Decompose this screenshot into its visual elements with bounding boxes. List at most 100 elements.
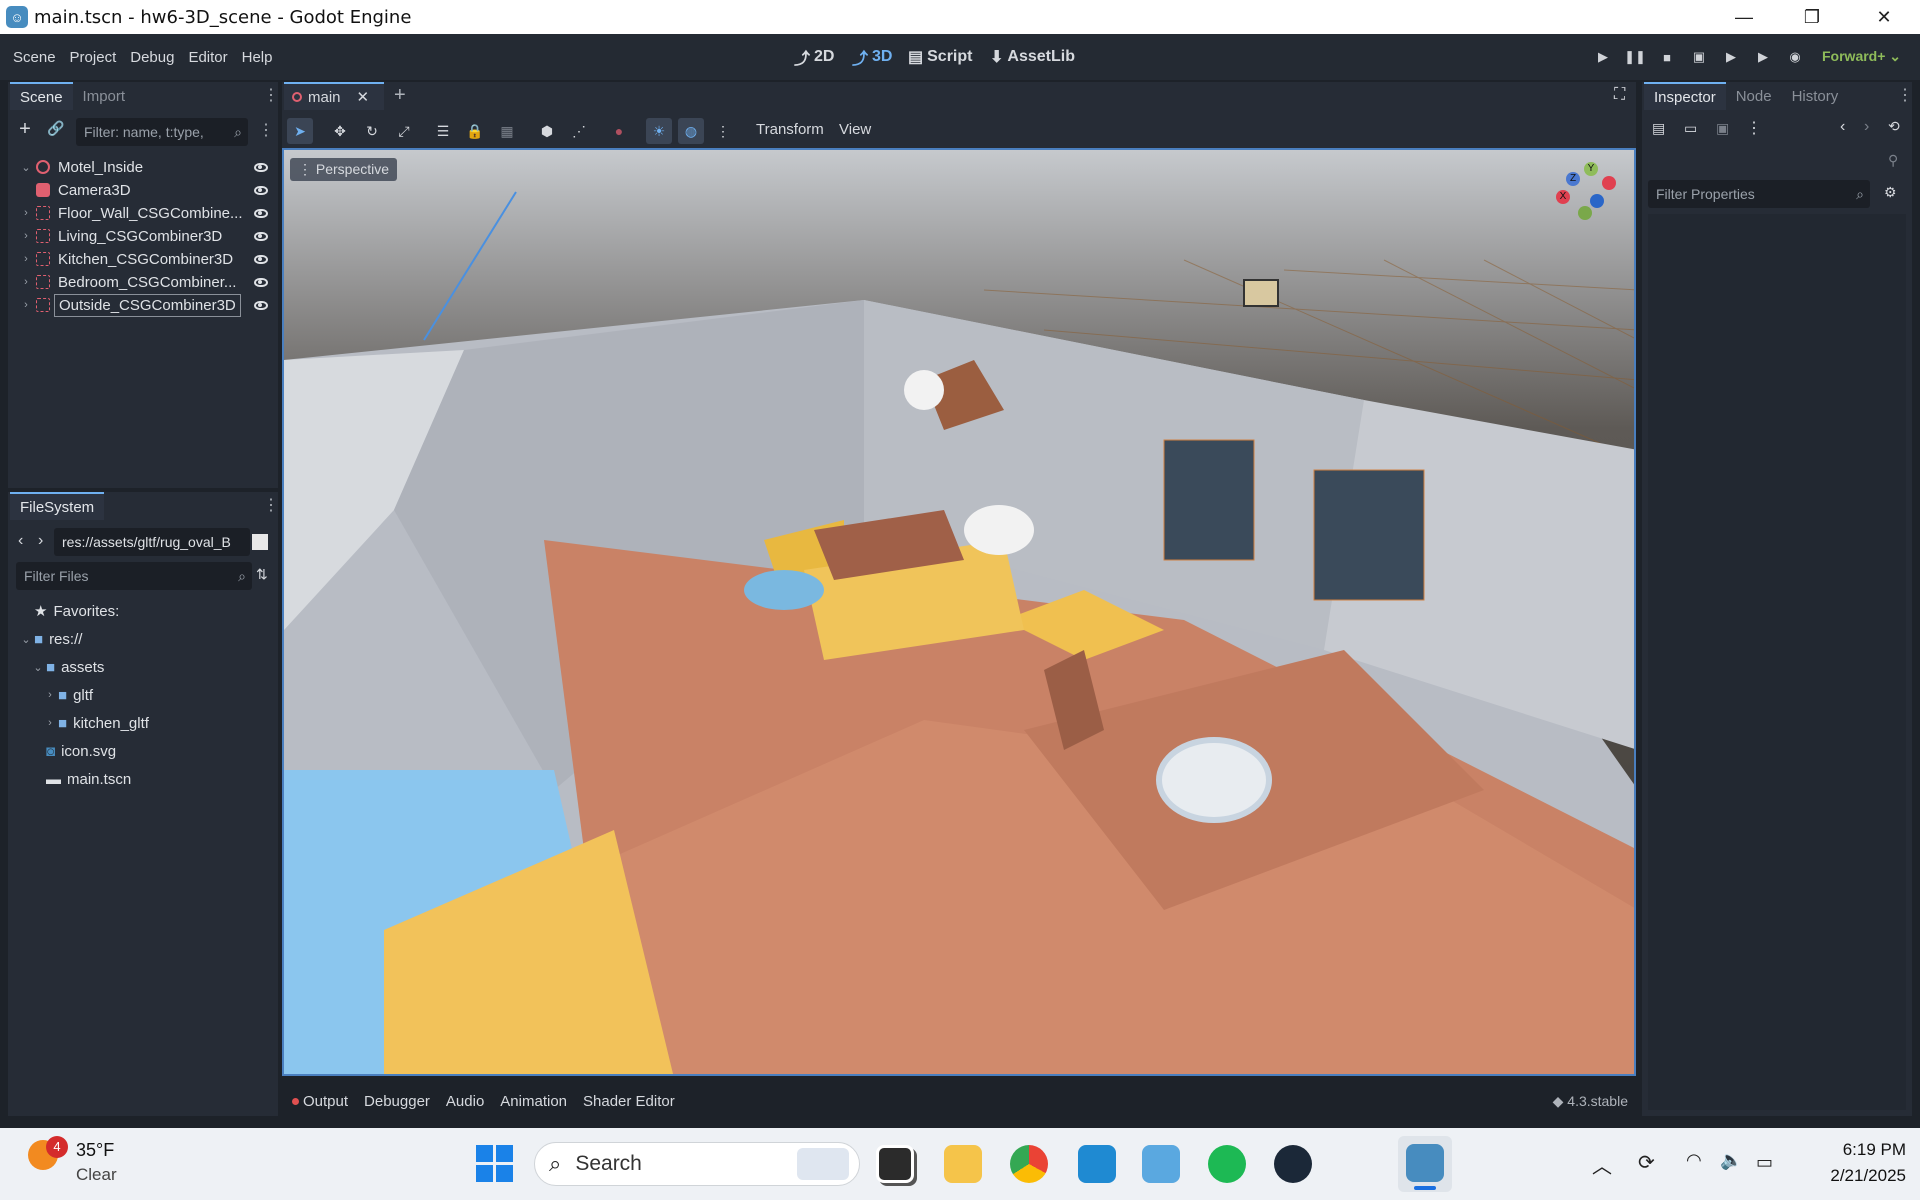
wifi-icon[interactable]: ◠ xyxy=(1686,1150,1702,1171)
filesystem-path-input[interactable]: res://assets/gltf/rug_oval_B xyxy=(54,528,250,556)
fs-favorites[interactable]: ★ Favorites: xyxy=(20,598,119,624)
tab-import[interactable]: Import xyxy=(73,82,136,110)
menu-project[interactable]: Project xyxy=(63,49,124,66)
visibility-icon[interactable] xyxy=(254,186,268,195)
add-node-icon[interactable]: + xyxy=(14,118,36,140)
rotate-tool-icon[interactable]: ↻ xyxy=(359,118,385,144)
remote-debug-icon[interactable]: ▣ xyxy=(1688,46,1710,68)
fullscreen-icon[interactable]: ⛶ xyxy=(1614,86,1625,104)
add-scene-tab-icon[interactable]: + xyxy=(394,84,406,107)
save-resource-icon[interactable]: ▣ xyxy=(1716,120,1729,137)
task-view-icon[interactable] xyxy=(876,1145,914,1183)
scene-tab-main[interactable]: main ✕ xyxy=(284,82,384,110)
tab-history[interactable]: History xyxy=(1782,82,1849,110)
list-select-icon[interactable]: ☰ xyxy=(430,118,456,144)
fs-kitchen-gltf[interactable]: › ■ kitchen_gltf xyxy=(44,710,149,736)
tab-filesystem[interactable]: FileSystem xyxy=(10,492,105,520)
history-back-icon[interactable]: ‹ xyxy=(1840,118,1845,136)
vscode-icon[interactable] xyxy=(1078,1145,1116,1183)
menu-scene[interactable]: Scene xyxy=(6,49,63,66)
stop-icon[interactable]: ■ xyxy=(1656,46,1678,68)
dock-menu-icon[interactable]: ⋮ xyxy=(1897,87,1913,105)
snap-object-icon[interactable]: ⬢ xyxy=(534,118,560,144)
tab-animation[interactable]: Animation xyxy=(500,1093,567,1110)
history-forward-icon[interactable]: › xyxy=(1864,118,1869,136)
3d-viewport[interactable]: ⋮ Perspective Y X Z xyxy=(282,148,1636,1076)
resource-options-icon[interactable]: ⋮ xyxy=(1746,118,1762,138)
fs-icon-svg[interactable]: ◙ icon.svg xyxy=(44,738,116,764)
select-tool-icon[interactable]: ➤ xyxy=(287,118,313,144)
tab-audio[interactable]: Audio xyxy=(446,1093,484,1110)
visibility-icon[interactable] xyxy=(254,209,268,218)
group-icon[interactable]: ▦ xyxy=(494,118,520,144)
renderer-select[interactable]: Forward+ ⌄ xyxy=(1822,48,1901,65)
workspace-2d[interactable]: ⤴ 2D xyxy=(794,45,834,69)
filter-properties-input[interactable]: Filter Properties ⌕ xyxy=(1648,180,1870,208)
app-icon[interactable] xyxy=(1142,1145,1180,1183)
show-hidden-icons[interactable]: ︿ xyxy=(1592,1150,1612,1179)
fs-res-root[interactable]: ⌄ ■ res:// xyxy=(20,626,82,652)
file-explorer-icon[interactable] xyxy=(944,1145,982,1183)
clock-time[interactable]: 6:19 PM xyxy=(1806,1140,1906,1160)
fs-main-tscn[interactable]: ▬ main.tscn xyxy=(44,766,131,792)
dock-menu-icon[interactable]: ⋮ xyxy=(263,497,279,515)
minimize-icon[interactable]: — xyxy=(1716,0,1772,34)
tab-shader-editor[interactable]: Shader Editor xyxy=(583,1093,675,1110)
close-tab-icon[interactable]: ✕ xyxy=(357,88,370,106)
move-tool-icon[interactable]: ✥ xyxy=(327,118,353,144)
preview-env-icon[interactable]: ● xyxy=(606,118,632,144)
chrome-icon[interactable] xyxy=(1010,1145,1048,1183)
clock-date[interactable]: 2/21/2025 xyxy=(1806,1166,1906,1186)
play-custom-icon[interactable]: ▶ xyxy=(1752,46,1774,68)
workspace-assetlib[interactable]: ⬇ AssetLib xyxy=(990,45,1075,69)
visibility-icon[interactable] xyxy=(254,163,268,172)
battery-icon[interactable]: ▭ xyxy=(1756,1152,1773,1173)
tab-node[interactable]: Node xyxy=(1726,82,1782,110)
open-resource-icon[interactable]: ▭ xyxy=(1684,120,1697,137)
gizmo-y-axis[interactable]: Y xyxy=(1584,162,1598,176)
spotify-icon[interactable] xyxy=(1208,1145,1246,1183)
menu-help[interactable]: Help xyxy=(235,49,280,66)
restore-icon[interactable]: ❐ xyxy=(1784,0,1840,34)
tab-debugger[interactable]: Debugger xyxy=(364,1093,430,1110)
filter-files-input[interactable]: Filter Files ⌕ xyxy=(16,562,252,590)
pause-icon[interactable]: ❚❚ xyxy=(1624,46,1646,68)
gizmo-x-axis[interactable]: X xyxy=(1556,190,1570,204)
workspace-script[interactable]: ▤ Script xyxy=(908,45,972,69)
scene-options-icon[interactable]: ⋮ xyxy=(258,122,274,140)
menu-debug[interactable]: Debug xyxy=(123,49,181,66)
windows-start-icon[interactable] xyxy=(476,1145,514,1183)
snap-grid-icon[interactable]: ⋰ xyxy=(566,118,592,144)
perspective-button[interactable]: ⋮ Perspective xyxy=(290,158,398,181)
view-gizmo[interactable]: Y X Z xyxy=(1552,160,1624,232)
gizmo-neg-y[interactable] xyxy=(1578,206,1592,220)
weather-condition[interactable]: Clear xyxy=(76,1165,117,1185)
scene-filter-input[interactable]: Filter: name, t:type, ⌕ xyxy=(76,118,248,146)
environment-icon[interactable]: ◍ xyxy=(678,118,704,144)
forward-icon[interactable]: › xyxy=(38,532,43,550)
workspace-3d[interactable]: ⤴ 3D xyxy=(852,45,892,69)
tree-node-outside[interactable]: › Outside_CSGCombiner3D xyxy=(20,292,278,318)
gizmo-neg-z[interactable] xyxy=(1590,194,1604,208)
gizmo-z-axis[interactable]: Z xyxy=(1566,172,1580,186)
scale-tool-icon[interactable]: ⤢ xyxy=(391,118,417,144)
link-icon[interactable]: 🔗 xyxy=(46,120,66,140)
close-icon[interactable]: ✕ xyxy=(1856,0,1912,34)
inspector-settings-icon[interactable]: ⚙ xyxy=(1884,184,1897,201)
transform-menu[interactable]: Transform xyxy=(756,121,824,138)
sync-icon[interactable]: ⟳ xyxy=(1638,1150,1655,1175)
play-scene-icon[interactable]: ▶ xyxy=(1720,46,1742,68)
menu-editor[interactable]: Editor xyxy=(181,49,234,66)
back-icon[interactable]: ‹ xyxy=(18,532,23,550)
godot-taskbar-active[interactable] xyxy=(1398,1136,1452,1192)
visibility-icon[interactable] xyxy=(254,232,268,241)
tab-inspector[interactable]: Inspector xyxy=(1644,82,1726,110)
lock-icon[interactable]: 🔒 xyxy=(462,118,488,144)
sun-icon[interactable]: ☀ xyxy=(646,118,672,144)
visibility-icon[interactable] xyxy=(254,301,268,310)
volume-icon[interactable]: 🔈 xyxy=(1720,1150,1742,1171)
new-resource-icon[interactable]: ▤ xyxy=(1652,120,1665,137)
visibility-icon[interactable] xyxy=(254,255,268,264)
taskbar-search[interactable]: ⌕ Search xyxy=(534,1142,860,1186)
weather-temp[interactable]: 35°F xyxy=(76,1140,114,1161)
